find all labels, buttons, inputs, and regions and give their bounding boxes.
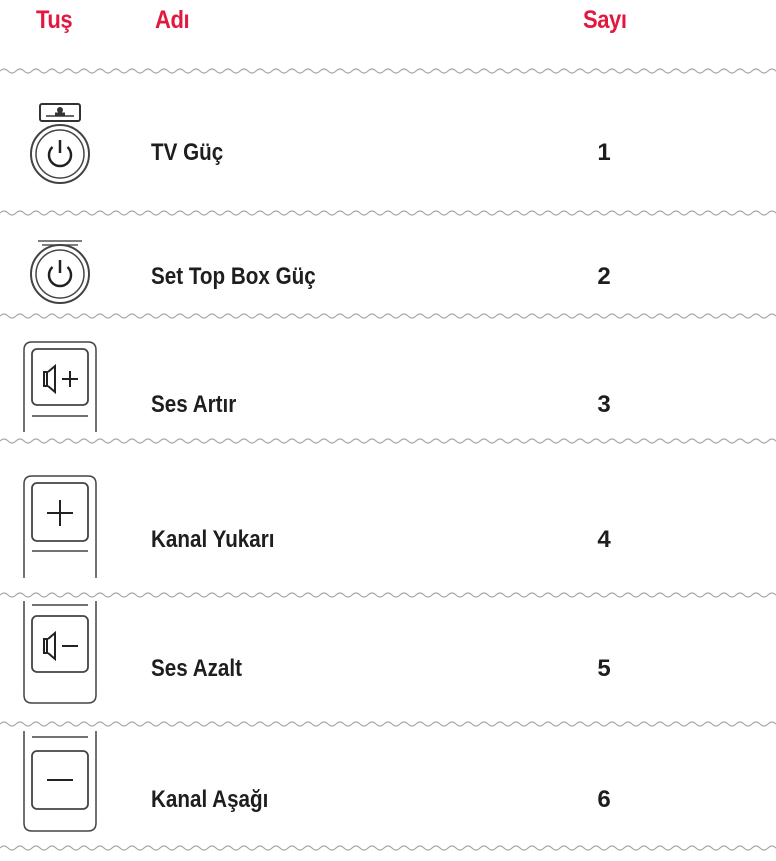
row-name: Ses Artır	[151, 391, 237, 418]
row-name: Set Top Box Güç	[151, 263, 316, 290]
row-number: 6	[597, 786, 611, 813]
divider	[0, 210, 776, 216]
channel-up-icon	[23, 475, 97, 578]
divider	[0, 438, 776, 444]
header-number: Sayı	[583, 6, 627, 34]
tv-power-icon	[30, 103, 90, 184]
volume-up-icon	[23, 341, 97, 432]
divider	[0, 845, 776, 851]
divider	[0, 68, 776, 74]
row-number: 4	[597, 526, 611, 553]
set-top-box-power-icon	[30, 240, 90, 304]
row-number: 3	[597, 391, 611, 418]
divider	[0, 592, 776, 598]
row-number: 1	[597, 139, 611, 166]
divider	[0, 721, 776, 727]
channel-down-icon	[23, 731, 97, 832]
header-key: Tuş	[36, 6, 73, 34]
volume-down-icon	[23, 601, 97, 704]
row-name: TV Güç	[151, 139, 224, 166]
row-number: 5	[597, 655, 611, 682]
row-name: Kanal Yukarı	[151, 526, 275, 553]
divider	[0, 313, 776, 319]
row-number: 2	[597, 263, 611, 290]
row-name: Kanal Aşağı	[151, 786, 269, 813]
header-name: Adı	[155, 6, 190, 34]
row-name: Ses Azalt	[151, 655, 243, 682]
